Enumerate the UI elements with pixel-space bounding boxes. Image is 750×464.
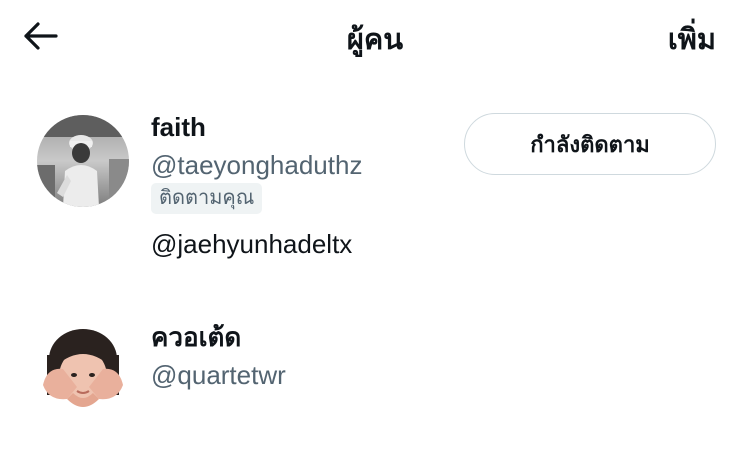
username: @taeyonghaduthz xyxy=(151,150,363,180)
following-button[interactable]: กำลังติดตาม xyxy=(464,113,716,175)
display-name: faith xyxy=(151,112,206,142)
avatar[interactable] xyxy=(37,325,129,417)
page-title: ผู้คน xyxy=(346,24,404,56)
back-button[interactable] xyxy=(18,14,62,58)
top-bar: ผู้คน เพิ่ม xyxy=(0,0,750,80)
avatar[interactable] xyxy=(37,115,129,207)
person-list-item[interactable]: faith @taeyonghaduthz ติดตามคุณ @jaehyun… xyxy=(0,110,750,280)
display-name: ควอเต้ด xyxy=(151,322,242,352)
avatar-image xyxy=(37,115,129,207)
arrow-left-icon xyxy=(24,22,58,50)
bio-mention-link[interactable]: @jaehyunhadeltx xyxy=(151,227,352,261)
person-list-item[interactable]: ควอเต้ด @quartetwr xyxy=(0,318,750,428)
avatar-image xyxy=(37,325,129,417)
username: @quartetwr xyxy=(151,360,286,390)
more-button[interactable]: เพิ่ม xyxy=(668,16,716,62)
follows-you-badge: ติดตามคุณ xyxy=(151,183,263,214)
